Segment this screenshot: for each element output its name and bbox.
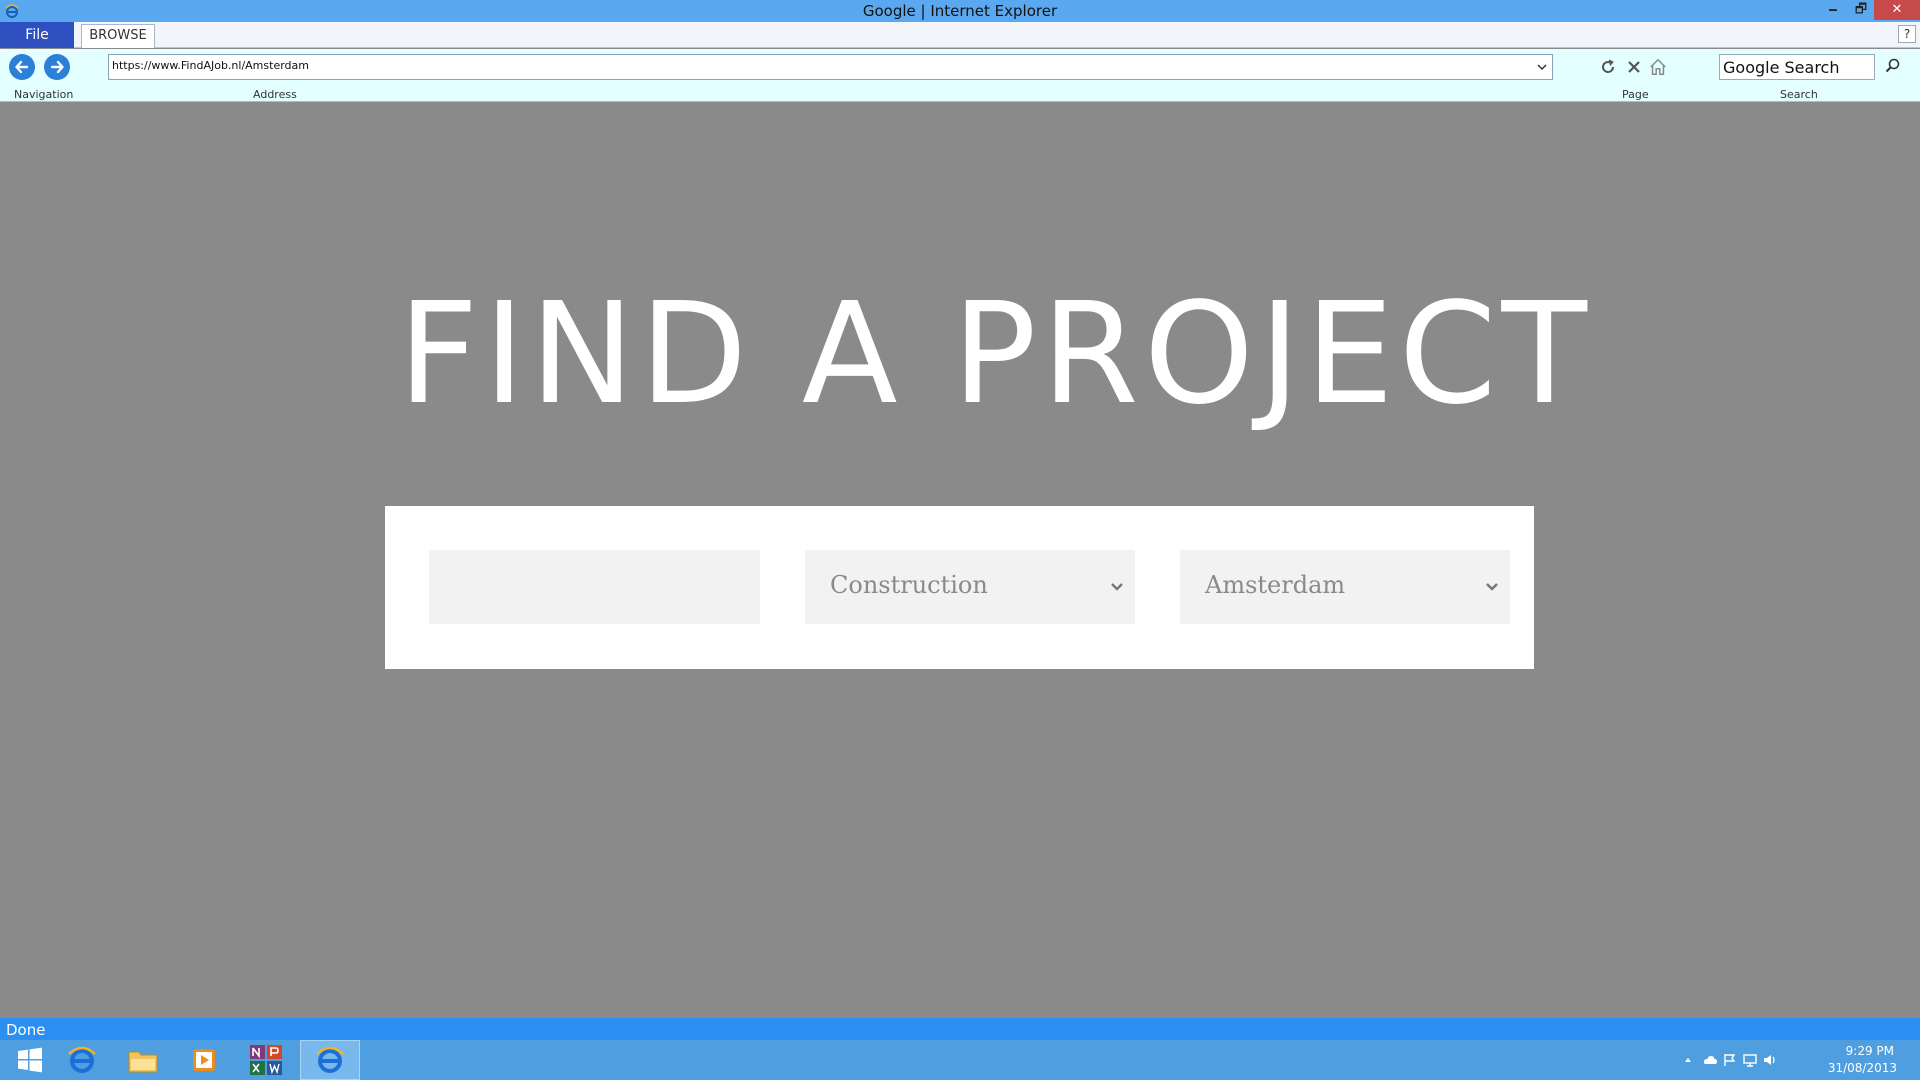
search-group-label: Search (1780, 88, 1818, 101)
navigation-group-label: Navigation (14, 88, 74, 101)
address-group-label: Address (253, 88, 297, 101)
browser-toolbar: Navigation https://www.FindAJob.nl/Amste… (0, 49, 1920, 102)
tab-browse[interactable]: BROWSE (81, 24, 155, 48)
search-input[interactable]: Google Search (1719, 54, 1875, 80)
taskbar-media-player[interactable] (174, 1040, 234, 1080)
category-select[interactable]: Construction (805, 550, 1135, 624)
clock-date[interactable]: 31/08/2013 (1828, 1061, 1897, 1075)
location-select-value: Amsterdam (1205, 571, 1346, 599)
chevron-up-icon[interactable] (1680, 1053, 1696, 1067)
search-input-text: Google Search (1723, 58, 1840, 77)
ie-icon (68, 1046, 96, 1073)
page-group-label: Page (1622, 88, 1649, 101)
network-icon[interactable] (1742, 1053, 1758, 1067)
category-select-value: Construction (830, 571, 988, 599)
start-button[interactable] (0, 1040, 60, 1080)
windows-logo-icon (18, 1047, 42, 1073)
status-bar: Done (0, 1018, 1920, 1040)
keyword-input[interactable] (429, 550, 760, 624)
minimize-button[interactable]: 🗕 (1820, 0, 1846, 20)
address-bar[interactable]: https://www.FindAJob.nl/Amsterdam (108, 54, 1553, 80)
ribbon-tab-row: File BROWSE ? (0, 22, 1920, 48)
status-text: Done (6, 1021, 46, 1039)
chevron-down-icon (1486, 583, 1498, 591)
cloud-icon[interactable] (1702, 1053, 1718, 1067)
arrow-left-icon (15, 60, 29, 74)
tab-file[interactable]: File (0, 22, 74, 48)
volume-icon[interactable] (1762, 1053, 1778, 1067)
close-icon[interactable] (1624, 57, 1644, 77)
taskbar: 9:29 PM 31/08/2013 (0, 1040, 1920, 1080)
media-player-icon (193, 1049, 215, 1071)
location-select[interactable]: Amsterdam (1180, 550, 1510, 624)
close-window-button[interactable]: ✕ (1874, 0, 1920, 20)
taskbar-internet-explorer[interactable] (52, 1040, 112, 1080)
taskbar-file-explorer[interactable] (113, 1040, 173, 1080)
window-title: Google | Internet Explorer (862, 2, 1058, 20)
page-heading: FIND A PROJECT (0, 270, 1920, 440)
title-bar: Google | Internet Explorer 🗕 🗗 ✕ (0, 0, 1920, 22)
taskbar-internet-explorer-active[interactable] (300, 1040, 360, 1080)
system-tray: 9:29 PM 31/08/2013 (1680, 1040, 1920, 1080)
help-button[interactable]: ? (1898, 25, 1916, 43)
forward-button[interactable] (44, 54, 70, 80)
chevron-down-icon[interactable] (1536, 61, 1548, 73)
clock-time[interactable]: 9:29 PM (1846, 1044, 1894, 1058)
home-icon[interactable] (1648, 57, 1668, 77)
flag-icon[interactable] (1722, 1053, 1738, 1067)
arrow-right-icon (50, 60, 64, 74)
page-heading-text: FIND A PROJECT (397, 273, 1593, 436)
ie-icon (316, 1046, 344, 1073)
taskbar-office-apps[interactable] (236, 1040, 296, 1080)
refresh-icon[interactable] (1598, 57, 1618, 77)
office-apps-icon (250, 1045, 282, 1075)
restore-button[interactable]: 🗗 (1848, 0, 1874, 20)
search-icon[interactable] (1884, 57, 1902, 75)
address-text: https://www.FindAJob.nl/Amsterdam (112, 59, 309, 72)
back-button[interactable] (9, 54, 35, 80)
folder-icon (128, 1051, 158, 1073)
project-search-panel: Construction Amsterdam (385, 506, 1534, 669)
chevron-down-icon (1111, 583, 1123, 591)
